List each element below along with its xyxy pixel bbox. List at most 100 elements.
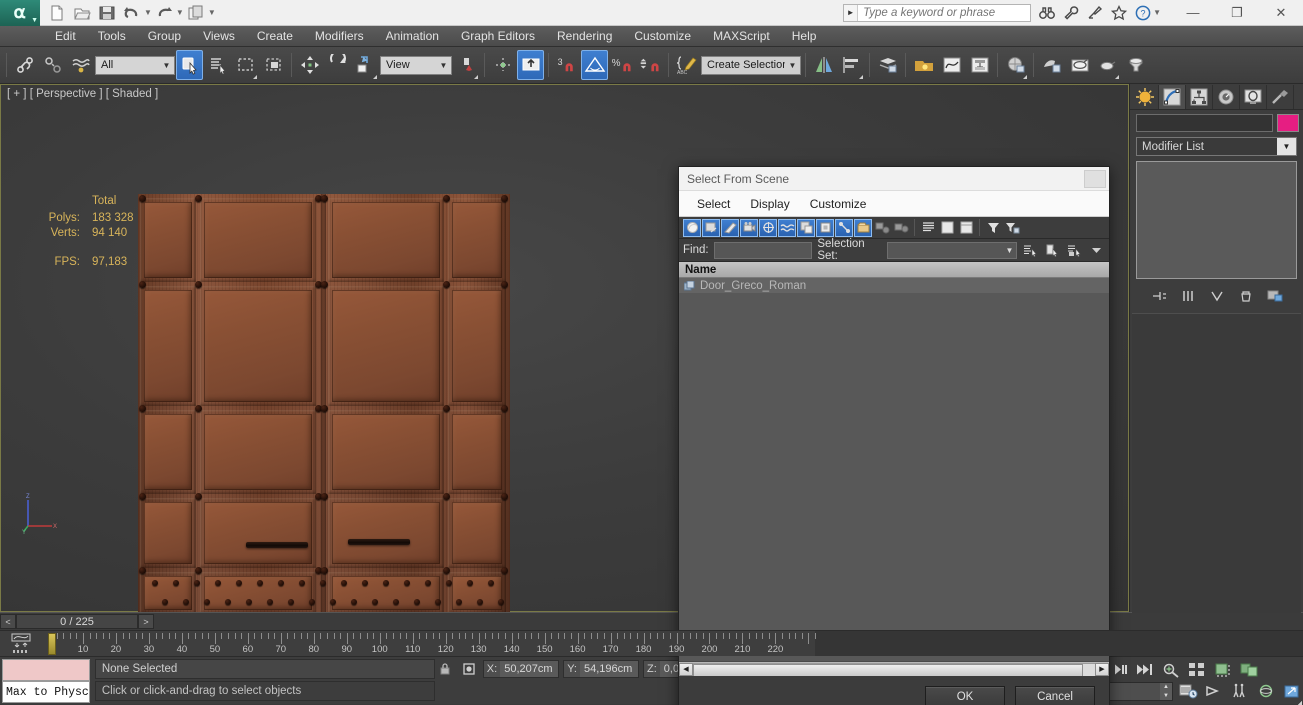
menu-rendering[interactable]: Rendering (546, 26, 623, 47)
mirror-icon[interactable] (810, 50, 837, 80)
mini-listener-field[interactable] (2, 659, 90, 681)
menu-help[interactable]: Help (781, 26, 828, 47)
dialog-minimize-button[interactable] (1084, 169, 1106, 188)
help-dropdown-arrow-icon[interactable]: ▼ (1153, 8, 1161, 17)
render-frame-window-icon[interactable] (1066, 50, 1093, 80)
absolute-relative-mode-icon[interactable] (459, 660, 479, 678)
menu-maxscript[interactable]: MAXScript (702, 26, 781, 47)
door-model[interactable] (138, 194, 510, 612)
motion-tab-icon[interactable] (1213, 84, 1240, 109)
display-space-warps-icon[interactable] (778, 218, 796, 237)
maximize-button[interactable]: ❐ (1215, 0, 1259, 26)
menu-edit[interactable]: Edit (44, 26, 87, 47)
wrench-icon[interactable] (1059, 1, 1083, 25)
reference-coord-dropdown[interactable]: View ▼ (380, 55, 452, 75)
list-item[interactable]: Door_Greco_Roman (679, 278, 1109, 293)
menu-graph-editors[interactable]: Graph Editors (450, 26, 546, 47)
display-bones-icon[interactable] (835, 218, 853, 237)
scroll-left-button[interactable]: ◀ (679, 662, 693, 676)
select-subtree-icon[interactable] (1022, 241, 1039, 259)
viewport-label[interactable]: [ + ] [ Perspective ] [ Shaded ] (7, 88, 158, 100)
remove-modifier-icon[interactable] (1236, 287, 1256, 305)
walkthrough-icon[interactable] (1229, 682, 1251, 701)
menu-create[interactable]: Create (246, 26, 304, 47)
object-color-swatch[interactable] (1277, 114, 1299, 132)
menu-tools[interactable]: Tools (87, 26, 137, 47)
zoom-icon[interactable] (1160, 660, 1182, 679)
zoom-extents-icon[interactable] (1212, 660, 1302, 705)
filter-icon[interactable] (984, 219, 1002, 237)
ok-button[interactable]: OK (925, 686, 1005, 705)
pan-icon[interactable] (1203, 682, 1302, 705)
make-unique-icon[interactable] (1207, 287, 1227, 305)
pin-stack-icon[interactable] (1149, 287, 1169, 305)
select-object-icon[interactable] (176, 50, 203, 80)
menu-customize[interactable]: Customize (623, 26, 702, 47)
open-mini-curve-editor-icon[interactable] (10, 633, 32, 654)
select-and-rotate-icon[interactable] (324, 50, 351, 80)
spinner-arrows[interactable]: ▲ ▼ (1160, 683, 1172, 700)
cancel-button[interactable]: Cancel (1015, 686, 1095, 705)
align-objects-icon[interactable] (838, 50, 865, 80)
dialog-title-bar[interactable]: Select From Scene (679, 167, 1109, 191)
select-and-scale-icon[interactable] (352, 50, 379, 80)
show-end-result-icon[interactable] (1178, 287, 1198, 305)
ribbon-icon[interactable] (910, 50, 937, 80)
display-xrefs-icon[interactable] (816, 218, 834, 237)
use-pivot-center-icon[interactable] (453, 50, 480, 80)
edit-named-selection-icon[interactable]: ABC (673, 50, 700, 80)
track-bar[interactable]: 10 20 30 40 50 60 70 80 90 100 110 120 130 140 150 160 1… (0, 630, 1303, 656)
select-and-move-icon[interactable] (296, 50, 323, 80)
hierarchy-tab-icon[interactable] (1186, 84, 1213, 109)
door-handle-right[interactable] (348, 539, 410, 545)
current-frame-display[interactable]: 0 / 225 (16, 614, 138, 629)
save-icon[interactable] (96, 2, 118, 24)
scroll-thumb[interactable] (693, 663, 1083, 677)
search-box[interactable]: ► (843, 3, 1032, 22)
spinner-snap-icon[interactable] (637, 50, 664, 80)
scroll-track[interactable] (693, 662, 1095, 677)
configure-sets-icon[interactable] (1265, 287, 1285, 305)
utilities-tab-icon[interactable] (1267, 84, 1294, 109)
redo-dropdown-arrow-icon[interactable]: ▼ (176, 8, 184, 17)
display-groups-icon[interactable] (797, 218, 815, 237)
selection-filter-dropdown[interactable]: All ▼ (95, 55, 175, 75)
dialog-menu-customize[interactable]: Customize (800, 191, 877, 217)
window-crossing-icon[interactable] (260, 50, 287, 80)
modifier-stack[interactable] (1136, 161, 1297, 279)
help-icon[interactable]: ? (1131, 1, 1155, 25)
zoom-all-icon[interactable] (1186, 660, 1208, 679)
render-production-icon[interactable] (1094, 50, 1121, 80)
dialog-horizontal-scrollbar[interactable]: ◀ ▶ (679, 661, 1109, 677)
search-input[interactable] (858, 4, 1031, 21)
previous-frame-button[interactable]: < (0, 614, 16, 629)
list-types-icon[interactable] (919, 219, 937, 237)
use-selection-center-icon[interactable] (489, 50, 516, 80)
create-tab-icon[interactable] (1132, 84, 1159, 109)
menu-views[interactable]: Views (192, 26, 246, 47)
dialog-menu-display[interactable]: Display (740, 191, 799, 217)
schematic-view-icon[interactable] (966, 50, 993, 80)
scroll-right-button[interactable]: ▶ (1095, 662, 1109, 676)
display-lights-icon[interactable] (721, 218, 739, 237)
minimize-button[interactable]: — (1171, 0, 1215, 26)
go-to-end-icon[interactable] (1134, 660, 1156, 679)
modify-tab-icon[interactable] (1159, 84, 1186, 109)
select-influences-icon[interactable] (1044, 241, 1061, 259)
rect-select-region-icon[interactable] (232, 50, 259, 80)
maximize-viewport-icon[interactable] (1281, 682, 1303, 701)
menu-modifiers[interactable]: Modifiers (304, 26, 375, 47)
select-by-name-icon[interactable] (204, 50, 231, 80)
time-slider-handle[interactable] (48, 633, 56, 655)
display-cameras-icon[interactable] (740, 218, 758, 237)
unlink-icon[interactable] (39, 50, 66, 80)
menu-animation[interactable]: Animation (375, 26, 450, 47)
display-influences-icon[interactable] (892, 219, 910, 237)
selection-set-dropdown[interactable]: ▼ (887, 241, 1017, 259)
modifier-list-dropdown[interactable]: Modifier List ▼ (1136, 137, 1297, 156)
named-selection-set-dropdown[interactable]: Create Selection Se ▼ (701, 55, 801, 75)
max-to-physc-field[interactable]: Max to Physc (2, 681, 90, 703)
dialog-options-chevron-icon[interactable] (1088, 241, 1105, 259)
find-input[interactable] (713, 241, 813, 259)
display-geometry-icon[interactable] (683, 218, 701, 237)
